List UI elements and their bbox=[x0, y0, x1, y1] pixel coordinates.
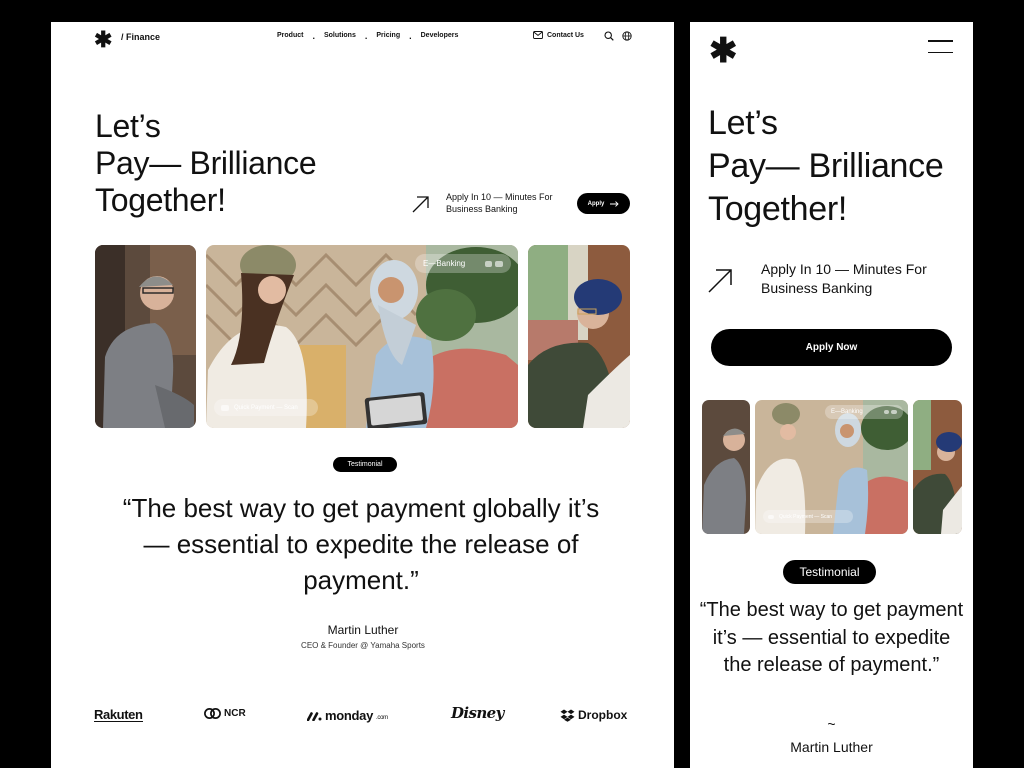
e-banking-tag[interactable]: E—Banking bbox=[825, 405, 903, 419]
monday-wordmark: monday bbox=[325, 708, 374, 723]
contact-link[interactable]: Contact Us bbox=[533, 31, 584, 39]
quick-payment-tag[interactable]: Quick Payment — Scan bbox=[763, 510, 853, 523]
hero-heading: Let’s Pay— Brilliance Together! bbox=[95, 108, 395, 219]
testimonial-quote: “The best way to get payment it’s — esse… bbox=[699, 599, 964, 676]
testimonial-role: CEO & Founder @ Yamaha Sports bbox=[301, 641, 425, 650]
globe-icon[interactable] bbox=[622, 31, 632, 41]
card-icon bbox=[221, 404, 229, 411]
testimonial-badge: Testimonial bbox=[783, 560, 876, 584]
photo-two-women: E—Banking Quick Payment — Scan bbox=[206, 245, 518, 428]
monday-symbol-icon bbox=[307, 711, 322, 721]
rakuten-wordmark: Rakuten bbox=[94, 707, 143, 722]
e-banking-label: E—Banking bbox=[831, 409, 863, 415]
dropbox-wordmark: Dropbox bbox=[578, 708, 628, 722]
desktop-frame: ✱ / Finance Product . Solutions . Pricin… bbox=[51, 22, 674, 768]
card-icon bbox=[891, 410, 897, 414]
photo-man-smiling bbox=[702, 400, 750, 534]
card-icon bbox=[768, 514, 774, 519]
testimonial-badge: Testimonial bbox=[333, 457, 397, 472]
e-banking-label: E—Banking bbox=[423, 259, 466, 268]
card-icon bbox=[495, 260, 503, 267]
tag-icons bbox=[884, 410, 897, 414]
header-icons bbox=[604, 31, 632, 41]
hero-line-2: Pay— Brilliance bbox=[708, 147, 944, 185]
search-icon[interactable] bbox=[604, 31, 614, 41]
logo-disney: Disney bbox=[451, 704, 504, 722]
e-banking-tag[interactable]: E—Banking bbox=[415, 254, 511, 273]
nav-developers[interactable]: Developers bbox=[421, 32, 459, 39]
brand-name: / Finance bbox=[121, 32, 161, 42]
hero-line-1: Let’s bbox=[708, 104, 778, 142]
monday-suffix: .com bbox=[376, 715, 388, 721]
asterisk-logo-icon[interactable]: ✱ bbox=[94, 29, 112, 51]
nav-product[interactable]: Product bbox=[277, 32, 303, 39]
logo-rakuten: Rakuten bbox=[94, 708, 143, 722]
arrow-up-right-icon bbox=[708, 269, 732, 293]
disney-wordmark: Disney bbox=[451, 704, 504, 722]
photo-woman-beanie bbox=[913, 400, 962, 534]
testimonial-author: Martin Luther bbox=[790, 739, 873, 755]
logo-dropbox: Dropbox bbox=[560, 708, 627, 722]
menu-icon[interactable] bbox=[928, 40, 953, 53]
tag-icons bbox=[485, 260, 503, 267]
mobile-frame: ✱ Let’s Pay— Brilliance Together! Apply … bbox=[690, 22, 973, 768]
apply-now-button[interactable]: Apply Now bbox=[711, 329, 952, 366]
ncr-symbol-icon bbox=[204, 708, 221, 719]
ncr-wordmark: NCR bbox=[224, 708, 246, 719]
asterisk-logo-icon[interactable]: ✱ bbox=[709, 34, 738, 68]
arrow-right-icon bbox=[610, 200, 619, 207]
main-nav: Product . Solutions . Pricing . Develope… bbox=[277, 30, 459, 41]
logo-monday: monday .com bbox=[307, 708, 388, 723]
apply-button-label: Apply bbox=[587, 200, 605, 207]
menu-line bbox=[928, 51, 953, 53]
nav-solutions[interactable]: Solutions bbox=[324, 32, 356, 39]
nav-pricing[interactable]: Pricing bbox=[376, 32, 400, 39]
dropbox-symbol-icon bbox=[560, 709, 575, 722]
apply-description: Apply In 10 — Minutes For Business Banki… bbox=[446, 192, 553, 214]
author-separator: ~ bbox=[827, 716, 836, 732]
testimonial-quote: “The best way to get payment globally it… bbox=[122, 493, 600, 595]
arrow-up-right-icon bbox=[412, 196, 429, 213]
nav-separator: . bbox=[312, 30, 315, 41]
photo-two-women: E—Banking Quick Payment — Scan bbox=[755, 400, 908, 534]
nav-separator: . bbox=[364, 30, 368, 41]
quick-payment-tag[interactable]: Quick Payment — Scan bbox=[214, 399, 318, 416]
bag-icon bbox=[485, 260, 492, 267]
quick-payment-label: Quick Payment — Scan bbox=[234, 404, 298, 411]
hero-line-1: Let’s bbox=[95, 108, 161, 144]
apply-description: Apply In 10 — Minutes For Business Banki… bbox=[761, 261, 927, 296]
menu-line bbox=[928, 40, 953, 42]
nav-separator: . bbox=[409, 30, 412, 41]
hero-line-3: Together! bbox=[708, 190, 848, 228]
apply-button[interactable]: Apply bbox=[577, 193, 630, 214]
logo-ncr: NCR bbox=[204, 708, 246, 719]
hero-line-3: Together! bbox=[95, 182, 226, 218]
photo-woman-beanie bbox=[528, 245, 630, 428]
hero-line-2: Pay— Brilliance bbox=[95, 145, 317, 181]
contact-label: Contact Us bbox=[547, 31, 584, 39]
bag-icon bbox=[884, 410, 889, 414]
quick-payment-label: Quick Payment — Scan bbox=[779, 513, 833, 520]
mail-icon bbox=[533, 31, 543, 39]
testimonial-author: Martin Luther bbox=[327, 623, 399, 637]
hero-heading: Let’s Pay— Brilliance Together! bbox=[708, 102, 968, 231]
photo-man-smiling bbox=[95, 245, 196, 428]
